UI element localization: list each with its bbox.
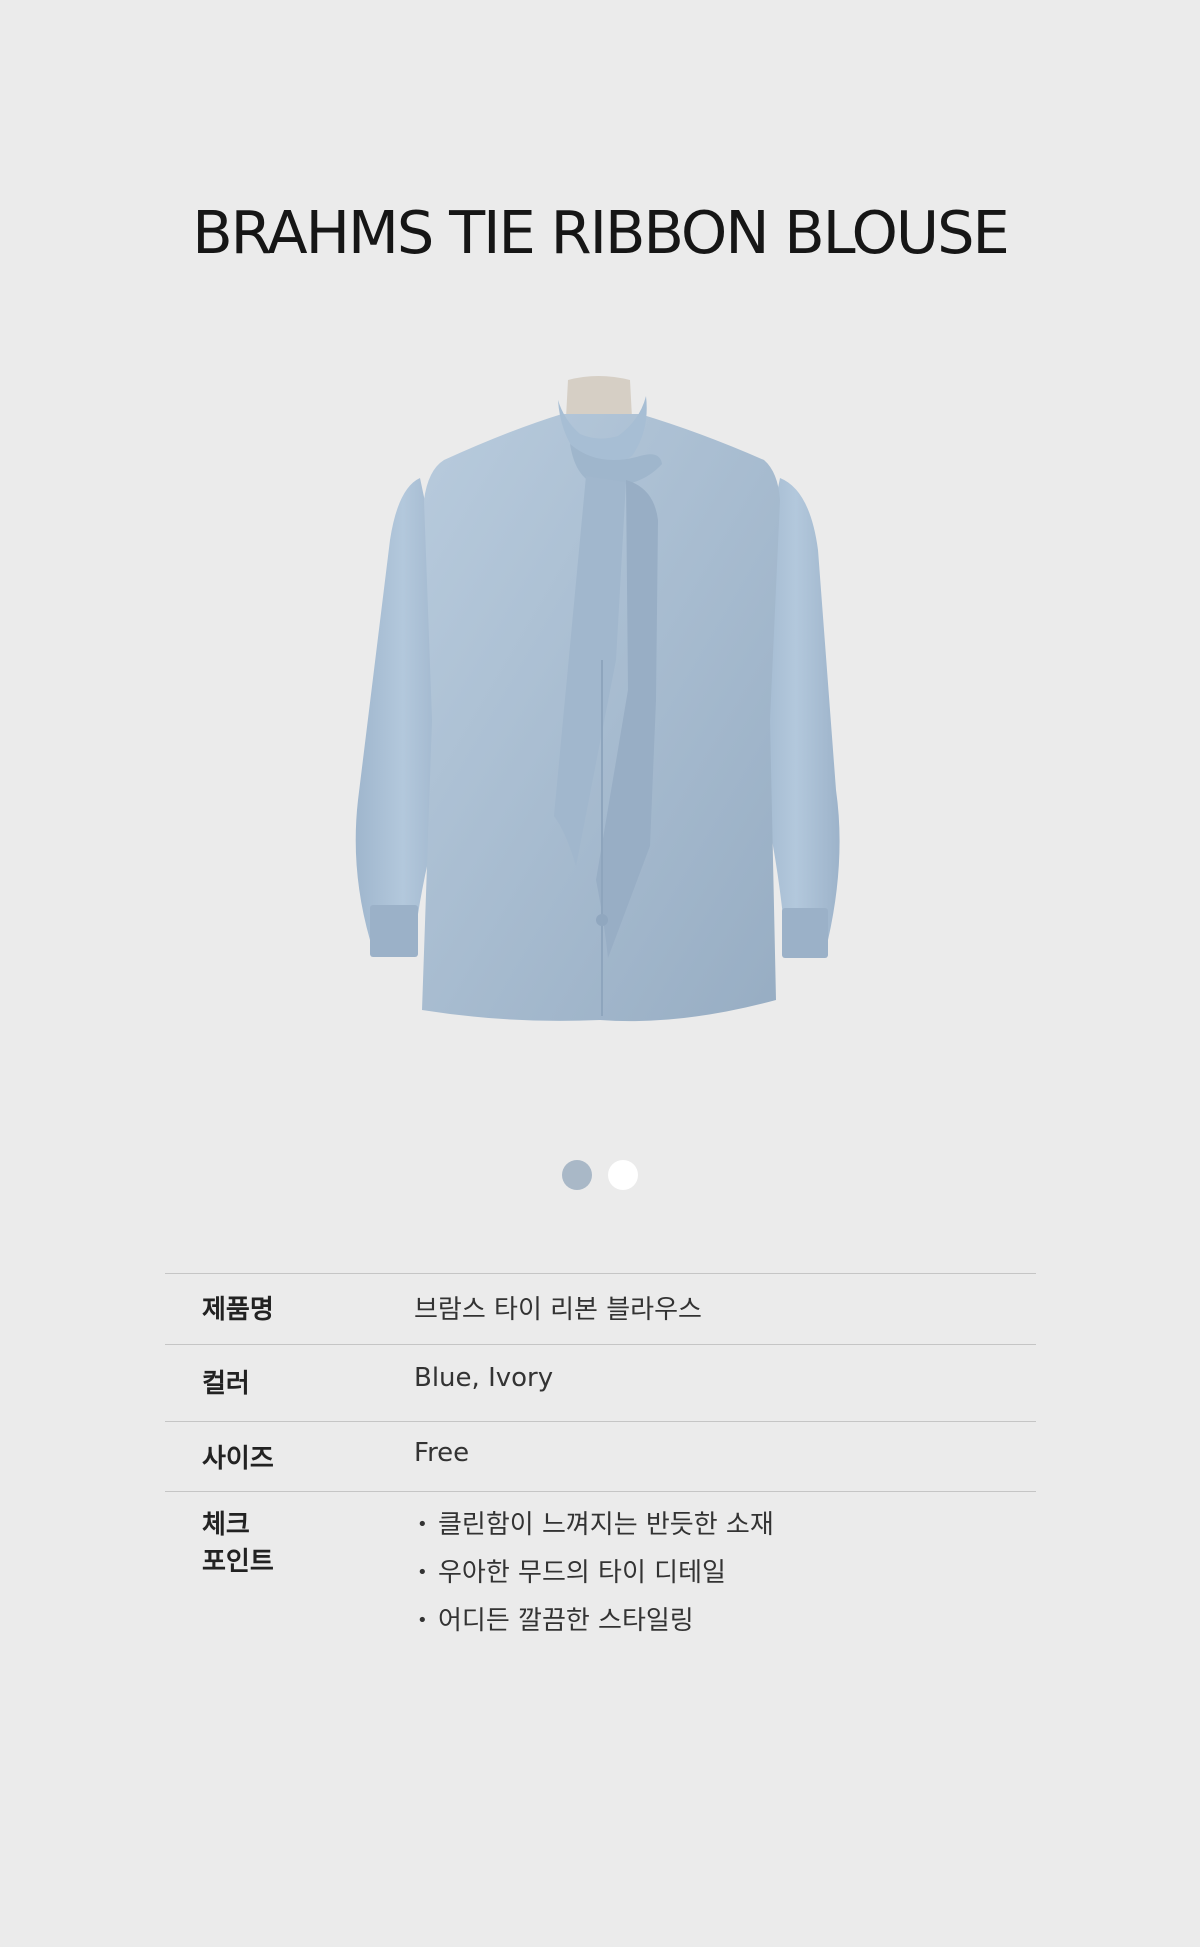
- check-point-text: 어디든 깔끔한 스타일링: [438, 1606, 694, 1636]
- spec-label: 체크 포인트: [165, 1491, 413, 1658]
- right-cuff: [782, 908, 828, 958]
- check-point-text: 우아한 무드의 타이 디테일: [438, 1558, 726, 1588]
- spec-row-size: 사이즈 Free: [165, 1421, 1036, 1492]
- color-swatch-ivory[interactable]: [608, 1160, 638, 1190]
- check-point-item: • 클린함이 느껴지는 반듯한 소재: [414, 1501, 1035, 1549]
- spec-label-line: 체크: [202, 1510, 250, 1540]
- check-point-text: 클린함이 느껴지는 반듯한 소재: [438, 1510, 774, 1540]
- spec-label: 사이즈: [165, 1421, 413, 1492]
- bullet-icon: •: [417, 1514, 428, 1535]
- spec-row-color: 컬러 Blue, Ivory: [165, 1344, 1036, 1422]
- spec-row-product-name: 제품명 브람스 타이 리본 블라우스: [165, 1273, 1036, 1345]
- spec-value: • 클린함이 느껴지는 반듯한 소재 • 우아한 무드의 타이 디테일 • 어디든 깔…: [413, 1491, 1036, 1658]
- product-image: [355, 376, 840, 1022]
- check-point-item: • 우아한 무드의 타이 디테일: [414, 1549, 1035, 1597]
- color-swatch-blue[interactable]: [562, 1160, 592, 1190]
- spec-label: 컬러: [165, 1344, 413, 1422]
- check-point-item: • 어디든 깔끔한 스타일링: [414, 1597, 1035, 1645]
- spec-label: 제품명: [165, 1273, 413, 1345]
- color-swatch-selector: [0, 1160, 1200, 1190]
- page-title: BRAHMS TIE RIBBON BLOUSE: [192, 198, 1010, 267]
- spec-value: Free: [413, 1421, 1036, 1492]
- spec-row-check-points: 체크 포인트 • 클린함이 느껴지는 반듯한 소재 • 우아한 무드의 타이 디테일…: [165, 1491, 1036, 1658]
- left-cuff: [370, 905, 418, 957]
- spec-label-line: 포인트: [202, 1547, 274, 1577]
- spec-value: Blue, Ivory: [413, 1344, 1036, 1422]
- bullet-icon: •: [417, 1562, 428, 1583]
- spec-table: 제품명 브람스 타이 리본 블라우스 컬러 Blue, Ivory 사이즈 Fr…: [165, 1273, 1036, 1658]
- spec-value: 브람스 타이 리본 블라우스: [413, 1273, 1036, 1345]
- bullet-icon: •: [417, 1610, 428, 1631]
- check-point-list: • 클린함이 느껴지는 반듯한 소재 • 우아한 무드의 타이 디테일 • 어디든 깔…: [414, 1501, 1035, 1645]
